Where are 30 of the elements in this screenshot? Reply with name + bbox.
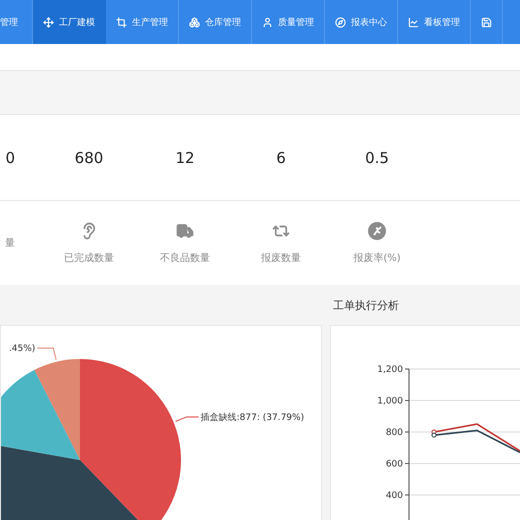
stat-value: 0: [5, 148, 15, 166]
truck-icon: [176, 222, 194, 240]
stat-label: 报废率(%): [353, 252, 401, 265]
person-icon: [262, 16, 273, 28]
slice-label: .45%): [8, 344, 36, 354]
slice-label: 插盒缺线:877: (37.79%): [200, 412, 304, 423]
axis-tick-label: 400: [386, 491, 403, 501]
compass-icon: [335, 16, 346, 28]
nav-tab[interactable]: 工厂建模: [33, 0, 106, 44]
line-chart-icon: [408, 16, 419, 28]
axis-tick-label: 1,200: [377, 365, 403, 375]
crop-icon: [116, 16, 127, 28]
stat-label: 不良品数量: [160, 252, 210, 265]
panel-title: 工单执行分析: [332, 298, 400, 314]
stat-value: 0.5: [365, 148, 389, 166]
axis-tick-label: 800: [386, 428, 403, 438]
axis-tick-label: 1,000: [377, 396, 403, 406]
move-icon: [43, 16, 54, 28]
axis-tick-label: 600: [386, 460, 403, 470]
runner-icon: [368, 222, 386, 240]
stat-value: 680: [74, 148, 104, 166]
stat-label: 报废数量: [261, 252, 301, 265]
stat-value: 6: [276, 148, 286, 166]
save-icon: [481, 16, 492, 28]
leader-line: [175, 416, 200, 422]
stat-value: 12: [175, 148, 195, 166]
boxes-icon: [189, 16, 200, 28]
stat-label: 已完成数量: [64, 252, 114, 265]
stat-label: 量: [5, 237, 15, 250]
leader-line: [36, 348, 57, 360]
